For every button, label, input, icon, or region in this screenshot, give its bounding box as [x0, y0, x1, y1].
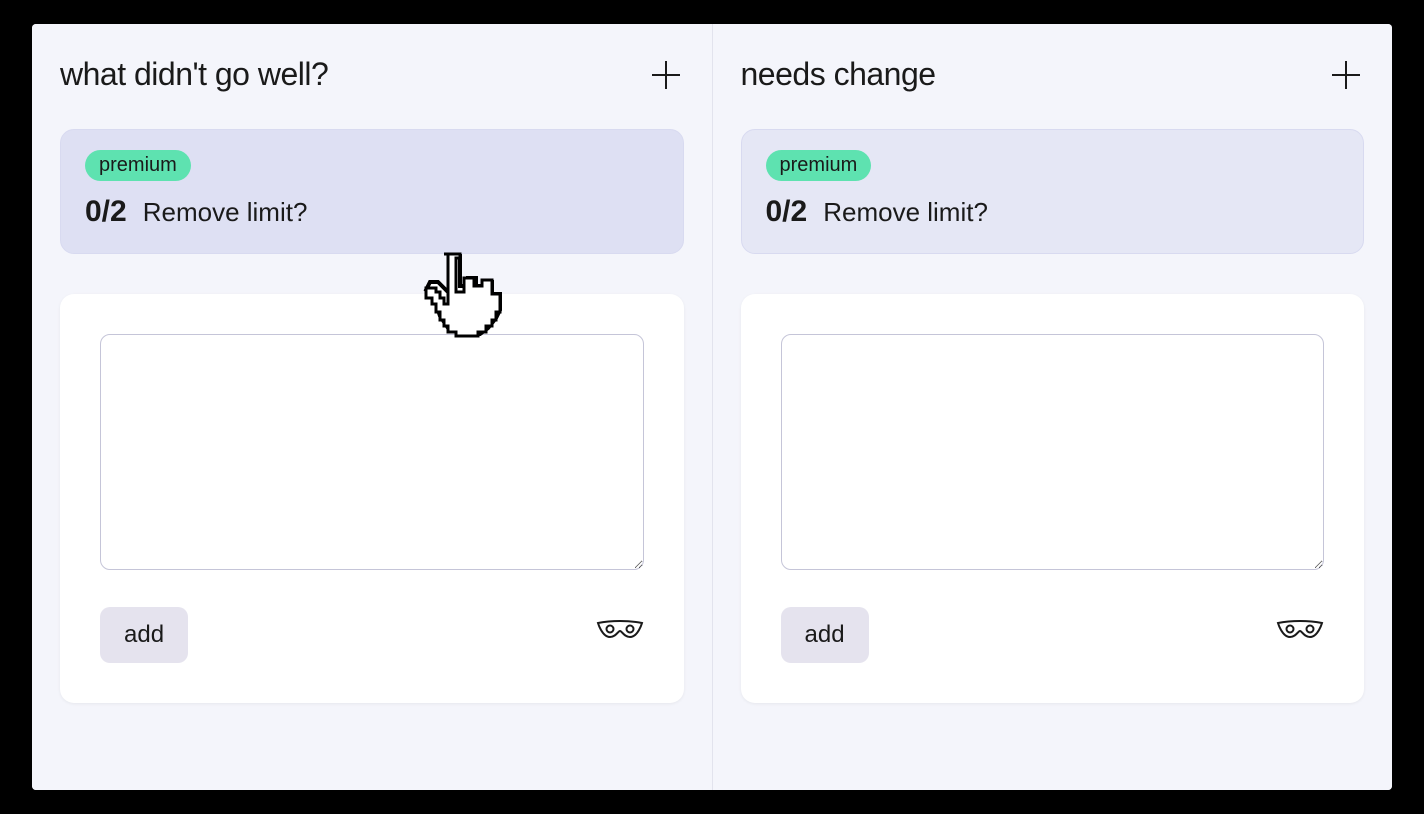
card-textarea[interactable] [781, 334, 1325, 570]
column-title: needs change [741, 56, 936, 93]
premium-upsell-banner[interactable]: premium 0/2 Remove limit? [60, 129, 684, 254]
mask-icon [1276, 619, 1324, 643]
limit-count: 0/2 [85, 195, 127, 229]
column-what-didnt-go-well: what didn't go well? premium 0/2 Remove … [32, 24, 713, 790]
retro-board: what didn't go well? premium 0/2 Remove … [32, 24, 1392, 790]
input-card: add [60, 294, 684, 703]
remove-limit-text: Remove limit? [143, 197, 308, 228]
premium-row: 0/2 Remove limit? [766, 195, 1340, 229]
premium-badge: premium [766, 150, 872, 181]
column-needs-change: needs change premium 0/2 Remove limit? a… [713, 24, 1393, 790]
premium-badge: premium [85, 150, 191, 181]
column-header: what didn't go well? [60, 56, 684, 93]
plus-icon [1328, 57, 1364, 93]
plus-icon [648, 57, 684, 93]
add-button[interactable]: add [100, 607, 188, 663]
remove-limit-text: Remove limit? [823, 197, 988, 228]
premium-row: 0/2 Remove limit? [85, 195, 659, 229]
anonymous-toggle[interactable] [596, 619, 644, 651]
column-title: what didn't go well? [60, 56, 328, 93]
card-textarea[interactable] [100, 334, 644, 570]
limit-count: 0/2 [766, 195, 808, 229]
input-card: add [741, 294, 1365, 703]
anonymous-toggle[interactable] [1276, 619, 1324, 651]
card-footer: add [781, 607, 1325, 663]
add-button[interactable]: add [781, 607, 869, 663]
add-card-button[interactable] [1328, 57, 1364, 93]
premium-upsell-banner[interactable]: premium 0/2 Remove limit? [741, 129, 1365, 254]
add-card-button[interactable] [648, 57, 684, 93]
card-footer: add [100, 607, 644, 663]
mask-icon [596, 619, 644, 643]
column-header: needs change [741, 56, 1365, 93]
